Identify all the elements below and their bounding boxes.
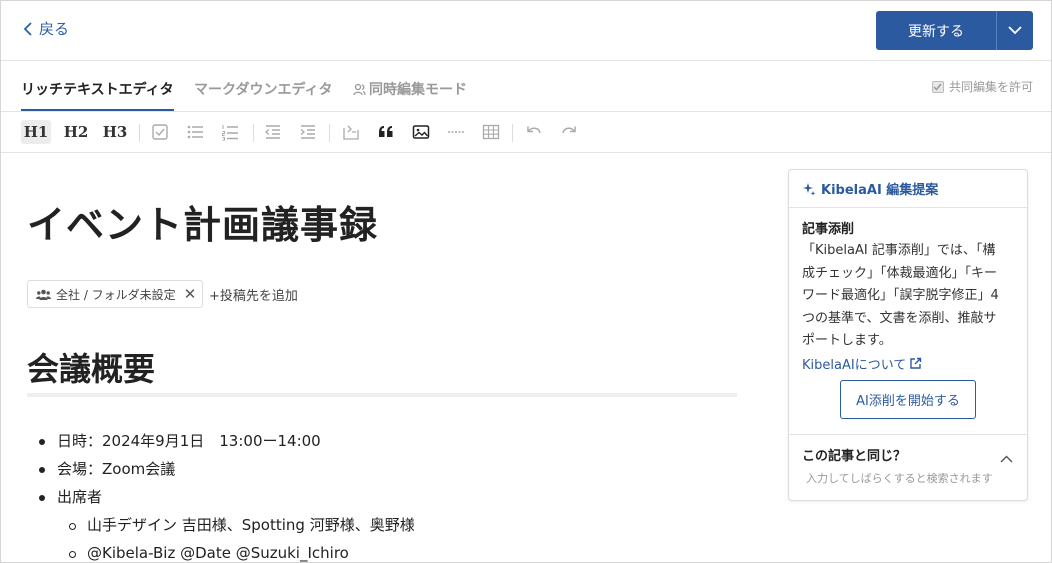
numbered-list-icon [222,125,238,141]
ai-panel-header: KibelaAI 編集提案 [789,170,1027,208]
chevron-up-icon[interactable] [1000,448,1013,467]
sub-list-item[interactable]: @Kibela-Biz @Date @Suzuki_Ichiro [27,541,415,563]
ai-description: 「KibelaAI 記事添削」では、「構 成チェック」「体裁最適化」「キー ワー… [802,240,1014,353]
ai-description-line: ポートします。 [802,333,892,348]
toolbar-divider [512,124,513,142]
section-heading[interactable]: 会議概要 [27,344,155,390]
same-article-heading: この記事と同じ？ [802,449,907,464]
undo-button[interactable] [524,120,544,144]
list-item[interactable]: 出席者 [27,485,415,513]
outdent-icon [264,125,280,139]
about-kibela-ai-link[interactable]: KibelaAIについて [802,354,1014,373]
heading-underline [27,393,737,397]
toolbar-divider [329,124,330,142]
active-tab-indicator [21,109,174,111]
table-button[interactable] [481,120,501,144]
numbered-list-button[interactable] [220,120,240,144]
tab-rich-text-editor[interactable]: リッチテキストエディタ [21,79,174,99]
bullet-list-icon [187,125,203,139]
allow-collab-toggle[interactable]: 共同編集を許可 [931,78,1033,95]
quote-icon [379,126,393,137]
table-icon [482,124,500,140]
collab-checkbox[interactable] [931,80,944,93]
sparkle-icon [803,182,816,196]
meeting-info-list: 日時：2024年9月1日 13:00ー14:00 会場：Zoom会議 出席者 山… [27,429,415,563]
start-ai-review-button[interactable]: AI添削を開始する [840,380,976,419]
undo-icon [527,126,541,134]
update-button-group: 更新する [876,11,1033,50]
ai-description-line: ワード最適化」「誤字脱字修正」4 [802,288,999,303]
kibela-ai-panel: KibelaAI 編集提案 記事添削 「KibelaAI 記事添削」では、「構 … [788,169,1028,501]
panel-divider [789,434,1027,435]
add-destination-button[interactable]: +投稿先を追加 [209,285,298,304]
close-icon[interactable]: ✕ [184,285,197,303]
destination-chip[interactable]: 全社 / フォルダ未設定 ✕ [27,280,204,308]
about-link-label: KibelaAIについて [802,357,907,373]
sub-list-item[interactable]: 山手デザイン 吉田様、Spotting 河野様、奥野様 [27,513,415,541]
update-button[interactable]: 更新する [876,11,997,50]
h1-button[interactable]: H1 [21,120,51,144]
ai-panel-title: KibelaAI 編集提案 [821,183,939,198]
collab-label: 共同編集を許可 [948,80,1033,94]
destination-chip-label: 全社 / フォルダ未設定 [56,287,176,302]
h2-button[interactable]: H2 [61,120,91,144]
users-icon [353,83,366,96]
code-block-button[interactable] [341,120,361,144]
ai-description-line: 成チェック」「体裁最適化」「キー [802,265,998,281]
indent-button[interactable] [298,120,318,144]
back-label: 戻る [39,20,70,38]
list-item[interactable]: 日時：2024年9月1日 13:00ー14:00 [27,429,415,457]
image-icon [412,125,430,139]
ai-description-line: 「KibelaAI 記事添削」では、「構 [802,243,996,258]
back-link[interactable]: 戻る [23,18,69,39]
document-title[interactable]: イベント計画議事録 [27,194,378,249]
toolbar-divider [253,124,254,142]
list-item[interactable]: 会場：Zoom会議 [27,457,415,485]
check-icon [933,83,943,91]
outdent-button[interactable] [263,120,283,144]
checkbox-button[interactable] [150,120,170,144]
quote-button[interactable] [376,120,396,144]
tab-simultaneous-edit-mode[interactable]: 同時編集モード [353,79,467,99]
checkbox-icon [152,124,168,140]
chevron-left-icon [23,21,32,36]
ai-subtitle: 記事添削 [802,222,855,237]
chevron-down-icon [1008,26,1022,35]
image-button[interactable] [411,120,431,144]
code-block-icon [343,125,359,140]
external-link-icon [910,357,922,369]
ai-description-line: つの基準で、文書を添削、推敲サ [802,310,997,326]
indent-icon [300,125,315,139]
editor-tab-bar: リッチテキストエディタ マークダウンエディタ 同時編集モード 共同編集を許可 [1,62,1051,112]
redo-button[interactable] [559,120,579,144]
same-article-placeholder: 入力してしばらくすると検索されます [806,472,993,485]
horizontal-rule-icon [448,131,464,133]
horizontal-rule-button[interactable] [446,120,466,144]
group-icon [36,289,51,300]
top-bar: 戻る 更新する [1,1,1051,61]
format-toolbar: H1 H2 H3 [1,112,1051,153]
toolbar-divider [139,124,140,142]
update-dropdown-button[interactable] [997,11,1033,50]
tab-simultaneous-edit-label: 同時編集モード [369,82,467,98]
bullet-list-button[interactable] [185,120,205,144]
tab-markdown-editor[interactable]: マークダウンエディタ [194,79,332,99]
redo-icon [562,126,576,134]
h3-button[interactable]: H3 [100,120,130,144]
